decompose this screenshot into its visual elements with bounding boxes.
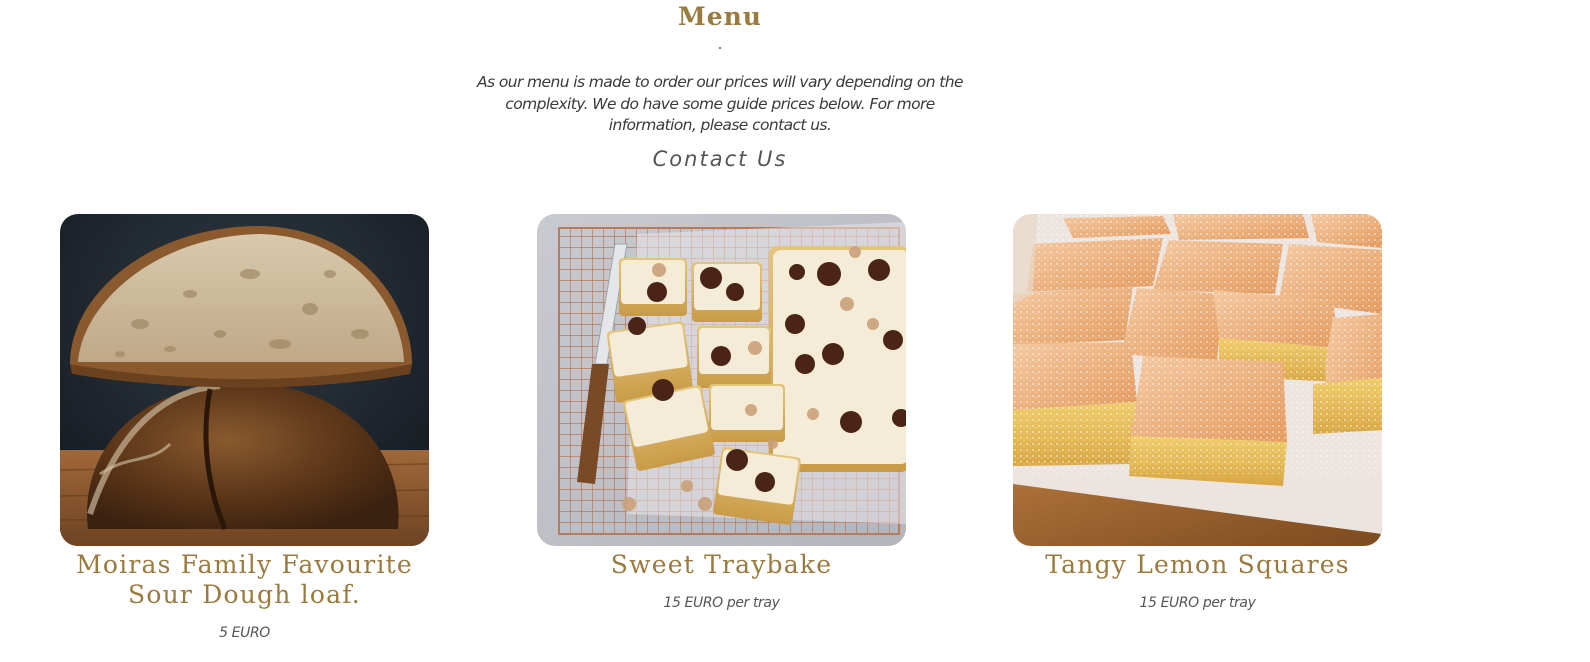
- menu-intro-text: As our menu is made to order our prices …: [477, 73, 963, 135]
- menu-item-price: 15 EURO per tray: [663, 595, 780, 611]
- menu-item-price: 5 EURO: [219, 625, 270, 641]
- traybake-photo: [537, 214, 906, 546]
- menu-item-card: Moiras Family Favourite Sour Dough loaf.…: [60, 214, 429, 641]
- lemon-squares-photo: [1013, 214, 1382, 546]
- menu-item-name: Sweet Traybake: [610, 550, 833, 579]
- menu-item-card: Sweet Traybake 15 EURO per tray: [537, 214, 906, 611]
- menu-item-name: Tangy Lemon Squares: [1045, 550, 1350, 579]
- menu-item-card: Tangy Lemon Squares 15 EURO per tray: [1013, 214, 1382, 611]
- menu-item-price: 15 EURO per tray: [1139, 595, 1256, 611]
- sourdough-loaf-photo: [60, 214, 429, 546]
- menu-item-name: Moiras Family Favourite Sour Dough loaf.: [76, 550, 413, 609]
- contact-us-link[interactable]: Contact Us: [620, 147, 820, 171]
- menu-title: Menu: [678, 2, 762, 31]
- title-divider-dot: [719, 47, 721, 49]
